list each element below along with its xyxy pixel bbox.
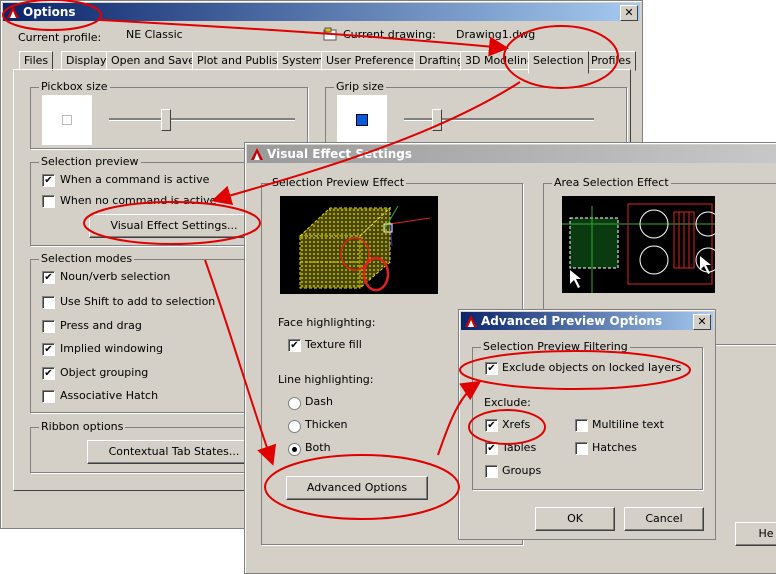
tables-checkbox[interactable]: ✔ (485, 442, 498, 455)
grip-label: Grip size (334, 80, 386, 93)
current-drawing-label: Current drawing: (343, 28, 436, 41)
implied-windowing-checkbox[interactable]: ✔ (42, 343, 55, 356)
xrefs-checkbox[interactable]: ✔ (485, 419, 498, 432)
grip-slider[interactable] (432, 109, 442, 131)
tab-display[interactable]: Display (61, 51, 112, 71)
hatches-label: Hatches (592, 441, 637, 454)
exclude-locked-checkbox[interactable]: ✔ (485, 362, 498, 375)
current-profile-label: Current profile: (18, 31, 102, 44)
selection-modes-title: Selection modes (39, 252, 135, 265)
noun-verb-checkbox[interactable]: ✔ (42, 271, 55, 284)
tab-open-and-save[interactable]: Open and Save (106, 51, 201, 71)
visual-effect-titlebar[interactable]: Visual Effect Settings (247, 145, 776, 163)
ok-button[interactable]: OK (535, 507, 615, 531)
press-and-drag-checkbox[interactable] (42, 320, 55, 333)
current-drawing-value: Drawing1.dwg (456, 28, 536, 41)
advanced-titlebar[interactable]: Advanced Preview Options ✕ (461, 312, 713, 330)
hatches-checkbox[interactable] (575, 442, 588, 455)
object-grouping-checkbox[interactable]: ✔ (42, 367, 55, 380)
both-label: Both (305, 441, 331, 454)
face-highlighting-label: Face highlighting: (278, 316, 376, 329)
cancel-button[interactable]: Cancel (624, 507, 704, 531)
area-selection-image (562, 196, 715, 293)
texture-fill-label: Texture fill (305, 338, 362, 351)
tables-label: Tables (502, 441, 537, 454)
both-radio[interactable] (288, 443, 301, 456)
selection-preview-title: Selection preview (39, 155, 141, 168)
visual-effect-title: Visual Effect Settings (267, 147, 412, 161)
pickbox-slider-track (109, 118, 295, 121)
thicken-label: Thicken (305, 418, 348, 431)
grip-group: Grip size (325, 80, 627, 149)
options-close-button[interactable]: ✕ (620, 5, 638, 21)
groups-label: Groups (502, 464, 542, 477)
advanced-close-button[interactable]: ✕ (693, 314, 711, 330)
associative-hatch-label: Associative Hatch (60, 389, 159, 402)
options-title: Options (23, 5, 76, 19)
texture-fill-checkbox[interactable]: ✔ (288, 339, 301, 352)
dash-radio[interactable] (288, 397, 301, 410)
drawing-icon (323, 27, 337, 41)
object-grouping-label: Object grouping (60, 366, 149, 379)
groups-checkbox[interactable] (485, 465, 498, 478)
exclude-label: Exclude: (484, 396, 531, 409)
autocad-icon (465, 315, 477, 327)
filtering-title: Selection Preview Filtering (481, 340, 630, 353)
use-shift-checkbox[interactable] (42, 296, 55, 309)
ribbon-options-title: Ribbon options (39, 420, 126, 433)
advanced-preview-window: Advanced Preview Options ✕ Selection Pre… (458, 309, 716, 540)
noun-verb-label: Noun/verb selection (60, 270, 171, 283)
associative-hatch-checkbox[interactable] (42, 390, 55, 403)
exclude-locked-label: Exclude objects on locked layers (502, 361, 682, 374)
when-active-label: When a command is active (60, 173, 210, 186)
pickbox-group: Pickbox size (30, 80, 308, 149)
options-titlebar[interactable]: Options ✕ (3, 3, 640, 21)
selection-preview-image (280, 196, 438, 294)
tab-selection[interactable]: Selection (528, 51, 589, 74)
line-highlighting-label: Line highlighting: (278, 373, 374, 386)
when-no-command-checkbox[interactable] (42, 195, 55, 208)
when-no-command-label: When no command is active (60, 194, 217, 207)
tab-plot-and-publish[interactable]: Plot and Publish (192, 51, 290, 71)
autocad-icon (251, 148, 263, 160)
multiline-text-label: Multiline text (592, 418, 664, 431)
tab-profiles[interactable]: Profiles (586, 51, 636, 71)
xrefs-label: Xrefs (502, 418, 531, 431)
pickbox-label: Pickbox size (39, 80, 110, 93)
current-profile-value: NE Classic (126, 28, 183, 41)
dash-label: Dash (305, 395, 333, 408)
autocad-icon (7, 6, 19, 18)
visual-effect-settings-button[interactable]: Visual Effect Settings... (89, 214, 259, 238)
filtering-group: Selection Preview Filtering ✔ Exclude ob… (472, 340, 703, 490)
use-shift-label: Use Shift to add to selection (60, 295, 216, 308)
when-active-checkbox[interactable]: ✔ (42, 174, 55, 187)
implied-windowing-label: Implied windowing (60, 342, 164, 355)
help-button[interactable]: He (735, 522, 776, 546)
grip-preview (337, 95, 387, 145)
tab-user-preferences[interactable]: User Preferences (321, 51, 425, 71)
pickbox-preview (42, 95, 92, 145)
thicken-radio[interactable] (288, 420, 301, 433)
tab-files[interactable]: Files (19, 51, 54, 71)
area-selection-effect-title: Area Selection Effect (552, 176, 671, 189)
selection-preview-effect-title: Selection Preview Effect (270, 176, 407, 189)
advanced-title: Advanced Preview Options (481, 314, 663, 328)
advanced-options-button[interactable]: Advanced Options (286, 476, 428, 500)
press-and-drag-label: Press and drag (60, 319, 142, 332)
pickbox-slider[interactable] (161, 109, 171, 131)
multiline-text-checkbox[interactable] (575, 419, 588, 432)
contextual-tab-states-button[interactable]: Contextual Tab States... (87, 440, 261, 464)
